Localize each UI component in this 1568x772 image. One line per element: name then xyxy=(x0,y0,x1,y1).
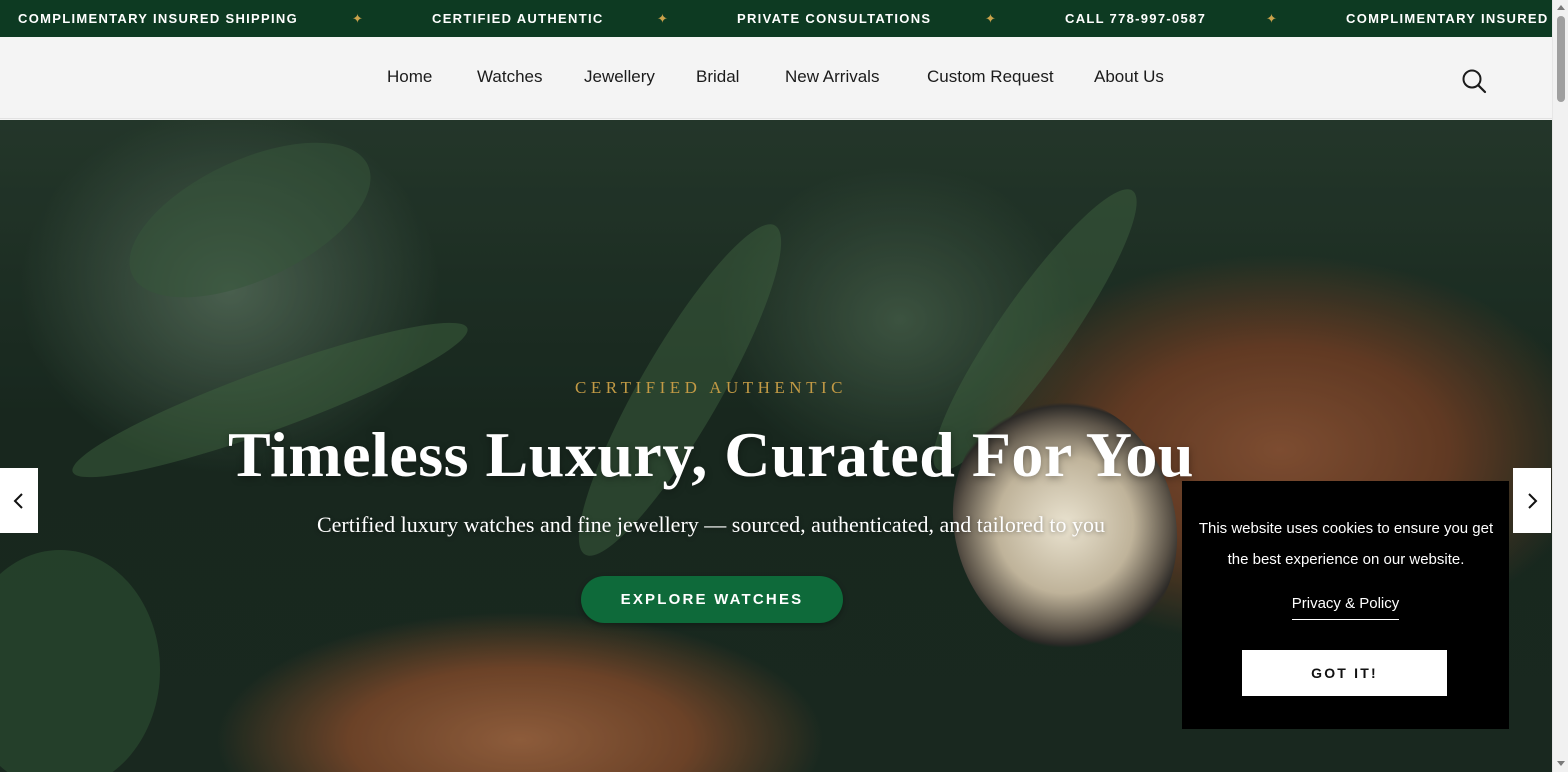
star-separator-icon: ✦ xyxy=(352,10,365,26)
nav-watches[interactable]: Watches xyxy=(477,67,543,87)
search-icon xyxy=(1462,69,1487,94)
slider-prev-button[interactable] xyxy=(0,468,38,533)
star-separator-icon: ✦ xyxy=(657,10,670,26)
main-nav: Home Watches Jewellery Bridal New Arriva… xyxy=(0,37,1552,119)
slider-next-button[interactable] xyxy=(1513,468,1551,533)
page-scrollbar[interactable] xyxy=(1552,0,1568,772)
scroll-down-icon[interactable] xyxy=(1557,761,1565,766)
announcement-item: COMPLIMENTARY INSURED SHIPPING xyxy=(18,11,299,26)
scrollbar-thumb[interactable] xyxy=(1557,16,1565,102)
nav-jewellery[interactable]: Jewellery xyxy=(584,67,655,87)
search-button[interactable] xyxy=(1460,67,1488,95)
cookie-message: This website uses cookies to ensure you … xyxy=(1198,520,1494,568)
chevron-right-icon xyxy=(1528,492,1538,509)
nav-custom-request[interactable]: Custom Request xyxy=(927,67,1054,87)
nav-bridal[interactable]: Bridal xyxy=(696,67,739,87)
star-separator-icon: ✦ xyxy=(985,10,998,26)
scroll-up-icon[interactable] xyxy=(1557,5,1565,10)
nav-new-arrivals[interactable]: New Arrivals xyxy=(785,67,879,87)
cookie-accept-button[interactable]: GOT IT! xyxy=(1242,650,1447,696)
announcement-item: COMPLIMENTARY INSURED S xyxy=(1346,11,1552,26)
announcement-item: PRIVATE CONSULTATIONS xyxy=(737,11,932,26)
site-header: Home Watches Jewellery Bridal New Arriva… xyxy=(0,37,1552,119)
nav-about-us[interactable]: About Us xyxy=(1094,67,1164,87)
privacy-policy-link[interactable]: Privacy & Policy xyxy=(1291,595,1400,620)
announcement-bar: COMPLIMENTARY INSURED SHIPPING ✦ CERTIFI… xyxy=(0,0,1552,37)
announcement-phone[interactable]: CALL 778-997-0587 xyxy=(1065,11,1206,26)
explore-watches-button[interactable]: EXPLORE WATCHES xyxy=(581,576,843,623)
cookie-policy-row: Privacy & Policy xyxy=(1182,595,1509,620)
chevron-left-icon xyxy=(13,492,23,509)
hero-eyebrow: CERTIFIED AUTHENTIC xyxy=(575,378,847,397)
cookie-banner: This website uses cookies to ensure you … xyxy=(1182,481,1509,729)
nav-home[interactable]: Home xyxy=(387,67,432,87)
star-separator-icon: ✦ xyxy=(1266,10,1279,26)
announcement-item: CERTIFIED AUTHENTIC xyxy=(432,11,604,26)
